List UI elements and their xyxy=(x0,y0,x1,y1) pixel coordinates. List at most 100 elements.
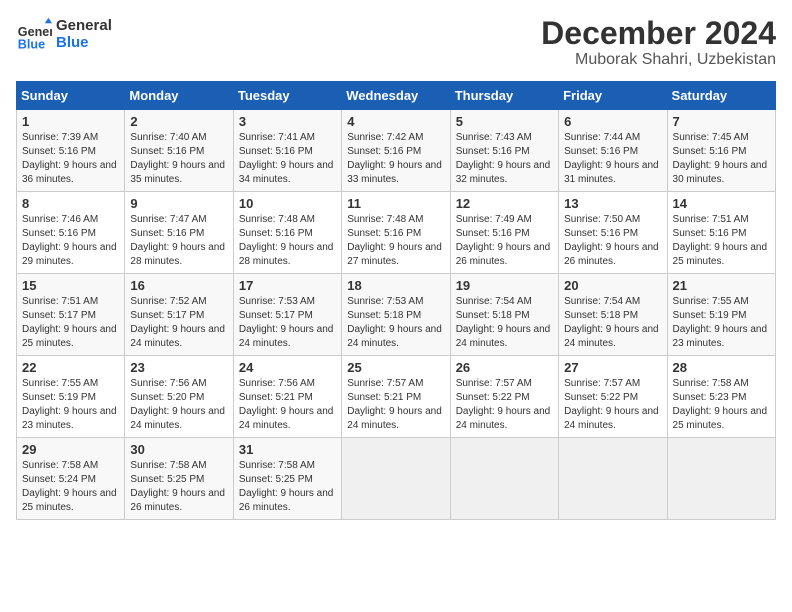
day-header-wednesday: Wednesday xyxy=(342,82,450,110)
day-detail: Sunrise: 7:57 AM Sunset: 5:22 PM Dayligh… xyxy=(564,377,661,433)
day-number: 7 xyxy=(673,114,770,129)
calendar-subtitle: Muborak Shahri, Uzbekistan xyxy=(541,51,776,69)
day-detail: Sunrise: 7:57 AM Sunset: 5:22 PM Dayligh… xyxy=(456,377,553,433)
day-number: 21 xyxy=(673,278,770,293)
day-detail: Sunrise: 7:43 AM Sunset: 5:16 PM Dayligh… xyxy=(456,131,553,187)
calendar-day-cell: 26 Sunrise: 7:57 AM Sunset: 5:22 PM Dayl… xyxy=(450,356,558,438)
day-number: 24 xyxy=(239,360,336,375)
day-detail: Sunrise: 7:58 AM Sunset: 5:25 PM Dayligh… xyxy=(130,459,227,515)
calendar-day-cell: 1 Sunrise: 7:39 AM Sunset: 5:16 PM Dayli… xyxy=(17,110,125,192)
calendar-week-row: 1 Sunrise: 7:39 AM Sunset: 5:16 PM Dayli… xyxy=(17,110,776,192)
calendar-day-cell: 17 Sunrise: 7:53 AM Sunset: 5:17 PM Dayl… xyxy=(233,274,341,356)
calendar-title: December 2024 xyxy=(541,16,776,51)
calendar-week-row: 22 Sunrise: 7:55 AM Sunset: 5:19 PM Dayl… xyxy=(17,356,776,438)
calendar-day-cell: 31 Sunrise: 7:58 AM Sunset: 5:25 PM Dayl… xyxy=(233,438,341,520)
day-detail: Sunrise: 7:50 AM Sunset: 5:16 PM Dayligh… xyxy=(564,213,661,269)
title-block: December 2024 Muborak Shahri, Uzbekistan xyxy=(541,16,776,69)
day-number: 25 xyxy=(347,360,444,375)
calendar-day-cell: 19 Sunrise: 7:54 AM Sunset: 5:18 PM Dayl… xyxy=(450,274,558,356)
day-number: 10 xyxy=(239,196,336,211)
day-detail: Sunrise: 7:51 AM Sunset: 5:17 PM Dayligh… xyxy=(22,295,119,351)
day-number: 11 xyxy=(347,196,444,211)
day-detail: Sunrise: 7:56 AM Sunset: 5:20 PM Dayligh… xyxy=(130,377,227,433)
day-number: 3 xyxy=(239,114,336,129)
calendar-day-cell: 29 Sunrise: 7:58 AM Sunset: 5:24 PM Dayl… xyxy=(17,438,125,520)
calendar-day-cell xyxy=(342,438,450,520)
day-number: 1 xyxy=(22,114,119,129)
day-detail: Sunrise: 7:42 AM Sunset: 5:16 PM Dayligh… xyxy=(347,131,444,187)
calendar-week-row: 8 Sunrise: 7:46 AM Sunset: 5:16 PM Dayli… xyxy=(17,192,776,274)
calendar-day-cell xyxy=(559,438,667,520)
day-number: 20 xyxy=(564,278,661,293)
calendar-day-cell: 8 Sunrise: 7:46 AM Sunset: 5:16 PM Dayli… xyxy=(17,192,125,274)
day-header-sunday: Sunday xyxy=(17,82,125,110)
day-detail: Sunrise: 7:44 AM Sunset: 5:16 PM Dayligh… xyxy=(564,131,661,187)
day-number: 17 xyxy=(239,278,336,293)
day-detail: Sunrise: 7:56 AM Sunset: 5:21 PM Dayligh… xyxy=(239,377,336,433)
calendar-day-cell: 7 Sunrise: 7:45 AM Sunset: 5:16 PM Dayli… xyxy=(667,110,775,192)
day-detail: Sunrise: 7:57 AM Sunset: 5:21 PM Dayligh… xyxy=(347,377,444,433)
day-number: 29 xyxy=(22,442,119,457)
calendar-day-cell: 9 Sunrise: 7:47 AM Sunset: 5:16 PM Dayli… xyxy=(125,192,233,274)
day-detail: Sunrise: 7:55 AM Sunset: 5:19 PM Dayligh… xyxy=(673,295,770,351)
calendar-day-cell: 16 Sunrise: 7:52 AM Sunset: 5:17 PM Dayl… xyxy=(125,274,233,356)
day-number: 8 xyxy=(22,196,119,211)
day-number: 26 xyxy=(456,360,553,375)
calendar-day-cell: 6 Sunrise: 7:44 AM Sunset: 5:16 PM Dayli… xyxy=(559,110,667,192)
day-detail: Sunrise: 7:52 AM Sunset: 5:17 PM Dayligh… xyxy=(130,295,227,351)
calendar-day-cell: 15 Sunrise: 7:51 AM Sunset: 5:17 PM Dayl… xyxy=(17,274,125,356)
calendar-day-cell: 22 Sunrise: 7:55 AM Sunset: 5:19 PM Dayl… xyxy=(17,356,125,438)
calendar-day-cell: 24 Sunrise: 7:56 AM Sunset: 5:21 PM Dayl… xyxy=(233,356,341,438)
day-number: 14 xyxy=(673,196,770,211)
day-header-friday: Friday xyxy=(559,82,667,110)
calendar-day-cell xyxy=(667,438,775,520)
calendar-day-cell: 4 Sunrise: 7:42 AM Sunset: 5:16 PM Dayli… xyxy=(342,110,450,192)
calendar-week-row: 15 Sunrise: 7:51 AM Sunset: 5:17 PM Dayl… xyxy=(17,274,776,356)
logo-blue-text: Blue xyxy=(56,34,112,51)
day-detail: Sunrise: 7:40 AM Sunset: 5:16 PM Dayligh… xyxy=(130,131,227,187)
day-number: 9 xyxy=(130,196,227,211)
day-detail: Sunrise: 7:55 AM Sunset: 5:19 PM Dayligh… xyxy=(22,377,119,433)
day-number: 18 xyxy=(347,278,444,293)
day-number: 15 xyxy=(22,278,119,293)
calendar-day-cell: 21 Sunrise: 7:55 AM Sunset: 5:19 PM Dayl… xyxy=(667,274,775,356)
calendar-day-cell: 18 Sunrise: 7:53 AM Sunset: 5:18 PM Dayl… xyxy=(342,274,450,356)
calendar-table: SundayMondayTuesdayWednesdayThursdayFrid… xyxy=(16,81,776,520)
calendar-body: 1 Sunrise: 7:39 AM Sunset: 5:16 PM Dayli… xyxy=(17,110,776,520)
day-number: 27 xyxy=(564,360,661,375)
day-number: 5 xyxy=(456,114,553,129)
calendar-day-cell: 30 Sunrise: 7:58 AM Sunset: 5:25 PM Dayl… xyxy=(125,438,233,520)
day-number: 31 xyxy=(239,442,336,457)
calendar-day-cell xyxy=(450,438,558,520)
day-detail: Sunrise: 7:39 AM Sunset: 5:16 PM Dayligh… xyxy=(22,131,119,187)
calendar-day-cell: 28 Sunrise: 7:58 AM Sunset: 5:23 PM Dayl… xyxy=(667,356,775,438)
day-number: 22 xyxy=(22,360,119,375)
calendar-day-cell: 27 Sunrise: 7:57 AM Sunset: 5:22 PM Dayl… xyxy=(559,356,667,438)
days-of-week-row: SundayMondayTuesdayWednesdayThursdayFrid… xyxy=(17,82,776,110)
logo-icon: General Blue xyxy=(16,16,52,52)
calendar-day-cell: 10 Sunrise: 7:48 AM Sunset: 5:16 PM Dayl… xyxy=(233,192,341,274)
day-detail: Sunrise: 7:58 AM Sunset: 5:23 PM Dayligh… xyxy=(673,377,770,433)
calendar-day-cell: 11 Sunrise: 7:48 AM Sunset: 5:16 PM Dayl… xyxy=(342,192,450,274)
calendar-week-row: 29 Sunrise: 7:58 AM Sunset: 5:24 PM Dayl… xyxy=(17,438,776,520)
day-number: 2 xyxy=(130,114,227,129)
day-header-saturday: Saturday xyxy=(667,82,775,110)
svg-text:Blue: Blue xyxy=(18,37,45,51)
calendar-day-cell: 23 Sunrise: 7:56 AM Sunset: 5:20 PM Dayl… xyxy=(125,356,233,438)
day-number: 4 xyxy=(347,114,444,129)
day-detail: Sunrise: 7:45 AM Sunset: 5:16 PM Dayligh… xyxy=(673,131,770,187)
day-detail: Sunrise: 7:47 AM Sunset: 5:16 PM Dayligh… xyxy=(130,213,227,269)
logo: General Blue General Blue xyxy=(16,16,112,52)
day-detail: Sunrise: 7:51 AM Sunset: 5:16 PM Dayligh… xyxy=(673,213,770,269)
calendar-day-cell: 3 Sunrise: 7:41 AM Sunset: 5:16 PM Dayli… xyxy=(233,110,341,192)
calendar-day-cell: 20 Sunrise: 7:54 AM Sunset: 5:18 PM Dayl… xyxy=(559,274,667,356)
day-header-tuesday: Tuesday xyxy=(233,82,341,110)
day-detail: Sunrise: 7:58 AM Sunset: 5:25 PM Dayligh… xyxy=(239,459,336,515)
page-header: General Blue General Blue December 2024 … xyxy=(16,16,776,69)
day-detail: Sunrise: 7:54 AM Sunset: 5:18 PM Dayligh… xyxy=(564,295,661,351)
day-detail: Sunrise: 7:48 AM Sunset: 5:16 PM Dayligh… xyxy=(239,213,336,269)
day-header-thursday: Thursday xyxy=(450,82,558,110)
day-detail: Sunrise: 7:53 AM Sunset: 5:18 PM Dayligh… xyxy=(347,295,444,351)
day-number: 23 xyxy=(130,360,227,375)
day-detail: Sunrise: 7:49 AM Sunset: 5:16 PM Dayligh… xyxy=(456,213,553,269)
